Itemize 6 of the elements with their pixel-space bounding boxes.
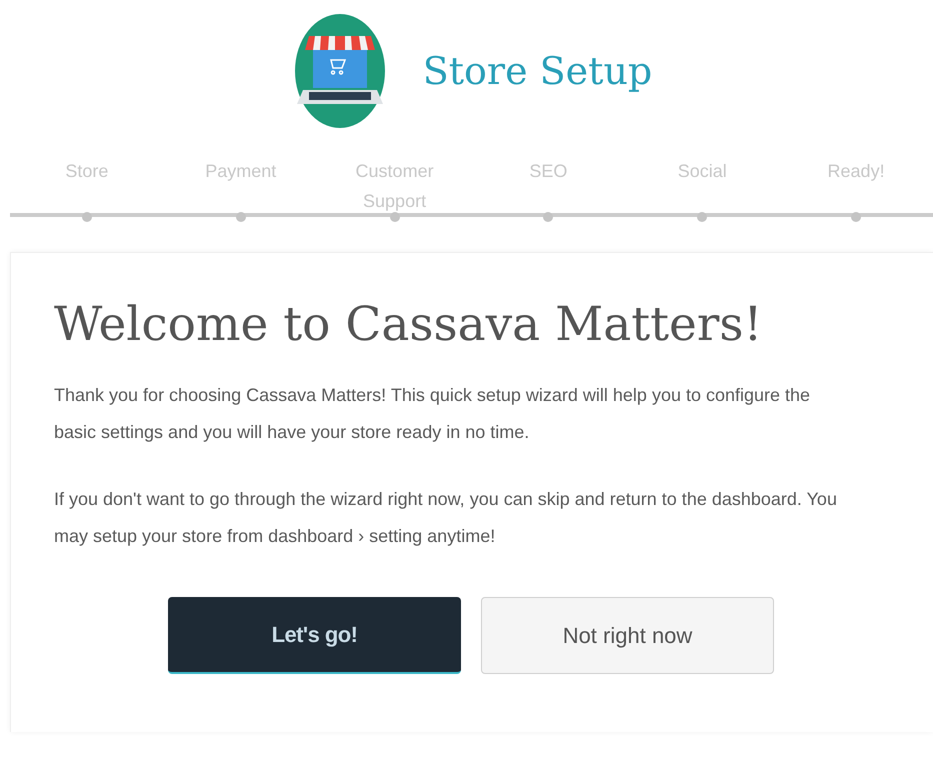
- intro-paragraph: If you don't want to go through the wizard right now, you can skip and return to the dashboard. You may setup your store from dashboard › setting anytime!: [54, 488, 838, 548]
- intro-paragraph: Thank you for choosing Cassava Matters! This quick setup wizard will help you to configure the basic settings and you will have your store ready in no time.: [54, 384, 812, 444]
- skip-button[interactable]: Not right now: [481, 597, 774, 674]
- app-title: Store Setup: [422, 48, 652, 94]
- welcome-heading: Welcome to Cassava Matters!: [54, 297, 764, 353]
- start-button[interactable]: Let's go!: [168, 597, 461, 674]
